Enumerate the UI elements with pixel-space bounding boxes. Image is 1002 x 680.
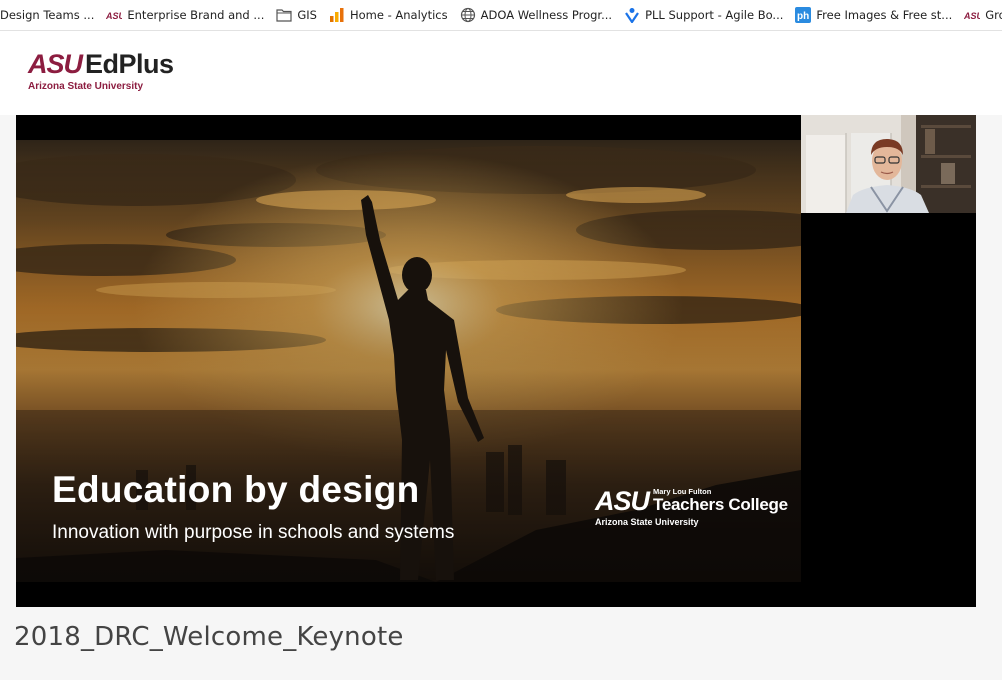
logo-edplus-name: EdPlus <box>85 49 174 79</box>
logo-university-name: Arizona State University <box>28 81 144 92</box>
college-asu-mark: ASU <box>595 486 650 516</box>
svg-text:ASU: ASU <box>964 11 980 20</box>
site-header: ASU EdPlus Arizona State University <box>0 31 1002 115</box>
bookmark-enterprise-brand[interactable]: ASU Enterprise Brand and ... <box>102 0 272 30</box>
bookmark-label: Design Teams ... <box>0 8 95 22</box>
video-player[interactable]: Education by design Innovation with purp… <box>16 115 976 607</box>
folder-icon <box>276 7 292 23</box>
teachers-college-logo: ASU Mary Lou Fulton Teachers College Ari… <box>595 486 788 528</box>
slide-subtitle: Innovation with purpose in schools and s… <box>52 522 455 543</box>
bookmark-design-teams[interactable]: Design Teams ... <box>0 0 102 30</box>
svg-text:ASU: ASU <box>106 11 122 20</box>
bookmark-label: Group Fitness <box>985 8 1002 22</box>
asu-icon: ASU <box>964 7 980 23</box>
college-university-name: Arizona State University <box>595 517 699 527</box>
bookmark-home-analytics[interactable]: Home - Analytics <box>325 0 456 30</box>
bookmark-label: ADOA Wellness Progr... <box>480 8 613 22</box>
slide-title: Education by design <box>52 469 420 510</box>
bookmark-pll-support[interactable]: PLL Support - Agile Bo... <box>620 0 791 30</box>
globe-icon <box>460 7 476 23</box>
college-name: Teachers College <box>653 495 788 514</box>
asu-edplus-logo[interactable]: ASU EdPlus Arizona State University <box>28 49 174 93</box>
ph-icon: ph <box>795 7 812 23</box>
analytics-icon <box>329 7 345 23</box>
logo-asu-mark: ASU <box>28 49 83 79</box>
bookmark-label: Home - Analytics <box>349 8 448 22</box>
bookmark-group-fitness[interactable]: ASU Group Fitness <box>960 0 1002 30</box>
bookmark-label: GIS <box>297 8 317 22</box>
asu-icon: ASU <box>106 7 122 23</box>
bookmark-label: PLL Support - Agile Bo... <box>645 8 784 22</box>
speaker-webcam <box>801 115 976 213</box>
speaker-image <box>801 115 976 213</box>
bookmark-label: Enterprise Brand and ... <box>127 8 265 22</box>
bookmarks-bar: Design Teams ... ASU Enterprise Brand an… <box>0 0 1002 31</box>
video-title: 2018_DRC_Welcome_Keynote <box>14 622 404 652</box>
bookmark-free-images[interactable]: ph Free Images & Free st... <box>791 0 960 30</box>
svg-text:ph: ph <box>797 11 809 22</box>
bookmark-gis[interactable]: GIS <box>272 0 325 30</box>
bookmark-label: Free Images & Free st... <box>816 8 953 22</box>
presentation-slide: Education by design Innovation with purp… <box>16 140 801 582</box>
bookmark-adoa-wellness[interactable]: ADOA Wellness Progr... <box>456 0 620 30</box>
agile-icon <box>624 7 640 23</box>
sunset-silhouette-image <box>16 140 801 582</box>
